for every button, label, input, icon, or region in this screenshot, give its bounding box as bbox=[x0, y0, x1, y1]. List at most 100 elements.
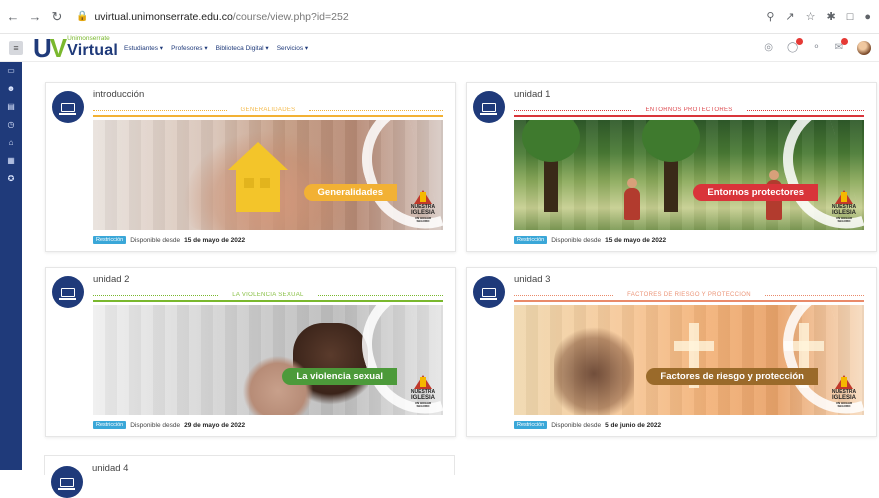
logo-uv: UV bbox=[33, 32, 67, 63]
section-divider: FACTORES DE RIESGO Y PROTECCIÓN bbox=[514, 292, 865, 298]
section-banner[interactable]: Factores de riesgo y protección NUESTRA I… bbox=[514, 305, 864, 415]
chat-icon[interactable]: ◯ bbox=[787, 38, 804, 53]
back-icon[interactable]: ← bbox=[4, 8, 22, 26]
menu-item-estudiantes[interactable]: Estudiantes ▾ bbox=[124, 44, 163, 52]
menu-toggle-icon[interactable]: ≡ bbox=[9, 40, 23, 55]
section-card-unidad-3[interactable]: unidad 3 FACTORES DE RIESGO Y PROTECCIÓN… bbox=[466, 267, 877, 437]
section-title[interactable]: unidad 1 bbox=[514, 89, 550, 100]
course-content: introducción GENERALIDADES Generalidades… bbox=[22, 62, 879, 498]
restriction-tag: Restricción bbox=[514, 236, 548, 244]
home-icon[interactable]: ⌂ bbox=[6, 137, 16, 147]
section-label: ENTORNOS PROTECTORES bbox=[645, 107, 733, 113]
banner-ribbon: Factores de riesgo y protección bbox=[646, 368, 818, 385]
badge-icon[interactable]: ✪ bbox=[6, 173, 16, 183]
globe-icon[interactable]: ◎ bbox=[764, 42, 773, 53]
menu-item-biblioteca[interactable]: Biblioteca Digital ▾ bbox=[216, 44, 269, 52]
dashboard-icon[interactable]: ◷ bbox=[6, 119, 16, 129]
browser-actions: ⚲ ↗ ☆ ✱ □ ● bbox=[766, 10, 871, 24]
forward-icon[interactable]: → bbox=[26, 8, 44, 26]
availability-info: Restricción Disponible desde 15 de mayo … bbox=[93, 236, 245, 244]
star-icon[interactable]: ☆ bbox=[806, 10, 816, 23]
laptop-icon bbox=[52, 91, 84, 123]
laptop-icon bbox=[51, 466, 83, 498]
banner-ribbon: Entornos protectores bbox=[693, 184, 818, 201]
split-view-icon[interactable]: □ bbox=[847, 11, 854, 23]
banner-ribbon: Generalidades bbox=[303, 184, 397, 201]
section-label: GENERALIDADES bbox=[240, 107, 296, 113]
accent-line bbox=[514, 300, 864, 302]
site-header: ≡ UV Unimonserrate Virtual Estudiantes ▾… bbox=[0, 34, 879, 62]
section-divider: LA VIOLENCIA SEXUAL bbox=[93, 292, 443, 298]
available-text: Disponible desde bbox=[551, 421, 602, 429]
url-domain: uvirtual.unimonserrate.edu.co bbox=[94, 10, 233, 23]
logo-text: Unimonserrate Virtual bbox=[67, 36, 118, 59]
section-card-unidad-1[interactable]: unidad 1 ENTORNOS PROTECTORES Entornos p… bbox=[466, 82, 877, 252]
address-bar[interactable]: 🔒 uvirtual.unimonserrate.edu.co/course/v… bbox=[76, 5, 736, 29]
section-divider: ENTORNOS PROTECTORES bbox=[514, 107, 864, 113]
section-title[interactable]: unidad 2 bbox=[93, 274, 129, 285]
section-label: LA VIOLENCIA SEXUAL bbox=[232, 292, 304, 298]
chat-badge bbox=[796, 38, 804, 45]
hand-image bbox=[243, 355, 313, 415]
accent-line bbox=[514, 115, 864, 117]
laptop-icon bbox=[473, 91, 505, 123]
nuestra-iglesia-logo: NUESTRA IGLESIA UN HOGAR SEGURO bbox=[409, 375, 437, 407]
restriction-tag: Restricción bbox=[514, 421, 548, 429]
accent-line bbox=[93, 115, 443, 117]
available-text: Disponible desde bbox=[130, 421, 181, 429]
available-date: 29 de mayo de 2022 bbox=[184, 421, 246, 429]
section-banner[interactable]: La violencia sexual NUESTRA IGLESIA UN HOG… bbox=[93, 305, 443, 415]
section-title[interactable]: unidad 3 bbox=[514, 274, 550, 285]
section-card-introduccion[interactable]: introducción GENERALIDADES Generalidades… bbox=[45, 82, 456, 252]
bell-icon[interactable]: ⚬ bbox=[812, 42, 820, 53]
banner-ribbon: La violencia sexual bbox=[282, 368, 397, 385]
extensions-icon[interactable]: ✱ bbox=[826, 10, 835, 23]
available-date: 15 de mayo de 2022 bbox=[184, 236, 246, 244]
section-title[interactable]: unidad 4 bbox=[92, 463, 128, 474]
site-logo[interactable]: UV Unimonserrate Virtual bbox=[33, 35, 118, 61]
avatar[interactable] bbox=[857, 40, 871, 55]
folder-icon[interactable]: ▭ bbox=[6, 65, 16, 75]
logo-virtual: Virtual bbox=[67, 41, 119, 59]
menu-item-servicios[interactable]: Servicios ▾ bbox=[277, 44, 308, 52]
lock-icon[interactable]: 🔒 bbox=[76, 11, 88, 22]
site-menu: Estudiantes ▾ Profesores ▾ Biblioteca Di… bbox=[124, 44, 308, 52]
share-icon[interactable]: ↗ bbox=[785, 10, 794, 23]
section-card-unidad-2[interactable]: unidad 2 LA VIOLENCIA SEXUAL La violenci… bbox=[45, 267, 456, 437]
participants-icon[interactable]: ☻ bbox=[6, 83, 16, 93]
section-title[interactable]: introducción bbox=[93, 89, 144, 100]
header-actions: ◎ ◯ ⚬ ✉ bbox=[764, 38, 871, 55]
section-card-unidad-4[interactable]: unidad 4 bbox=[44, 455, 455, 498]
available-text: Disponible desde bbox=[551, 236, 602, 244]
child-image bbox=[624, 178, 640, 220]
restriction-tag: Restricción bbox=[93, 421, 127, 429]
calendar-icon[interactable]: ▦ bbox=[6, 155, 16, 165]
section-banner[interactable]: Generalidades NUESTRA IGLESIA UN HOGAR SEG… bbox=[93, 120, 443, 230]
grades-icon[interactable]: ▤ bbox=[6, 101, 16, 111]
url-text: uvirtual.unimonserrate.edu.co/course/vie… bbox=[94, 11, 348, 23]
profile-icon[interactable]: ● bbox=[864, 11, 871, 23]
accent-line bbox=[93, 300, 443, 302]
zoom-icon[interactable]: ⚲ bbox=[766, 10, 774, 23]
mail-icon[interactable]: ✉ bbox=[835, 38, 848, 53]
laptop-icon bbox=[52, 276, 84, 308]
nuestra-iglesia-logo: NUESTRA IGLESIA UN HOGAR SEGURO bbox=[830, 375, 858, 407]
available-date: 15 de mayo de 2022 bbox=[605, 236, 667, 244]
house-image bbox=[228, 142, 288, 212]
nuestra-iglesia-logo: NUESTRA IGLESIA UN HOGAR SEGURO bbox=[830, 190, 858, 222]
laptop-icon bbox=[473, 276, 505, 308]
nuestra-iglesia-logo: NUESTRA IGLESIA UN HOGAR SEGURO bbox=[409, 190, 437, 222]
reload-icon[interactable]: ↻ bbox=[48, 8, 66, 26]
section-label: FACTORES DE RIESGO Y PROTECCIÓN bbox=[627, 292, 751, 298]
menu-item-profesores[interactable]: Profesores ▾ bbox=[171, 44, 208, 52]
availability-info: Restricción Disponible desde 15 de mayo … bbox=[514, 236, 666, 244]
available-text: Disponible desde bbox=[130, 236, 181, 244]
section-banner[interactable]: Entornos protectores NUESTRA IGLESIA UN HO… bbox=[514, 120, 864, 230]
restriction-tag: Restricción bbox=[93, 236, 127, 244]
available-date: 5 de junio de 2022 bbox=[605, 421, 662, 429]
mail-badge bbox=[841, 38, 848, 45]
availability-info: Restricción Disponible desde 29 de mayo … bbox=[93, 421, 245, 429]
left-sidebar: ▭ ☻ ▤ ◷ ⌂ ▦ ✪ bbox=[0, 62, 22, 470]
availability-info: Restricción Disponible desde 5 de junio … bbox=[514, 421, 661, 429]
url-path: /course/view.php?id=252 bbox=[232, 10, 349, 23]
